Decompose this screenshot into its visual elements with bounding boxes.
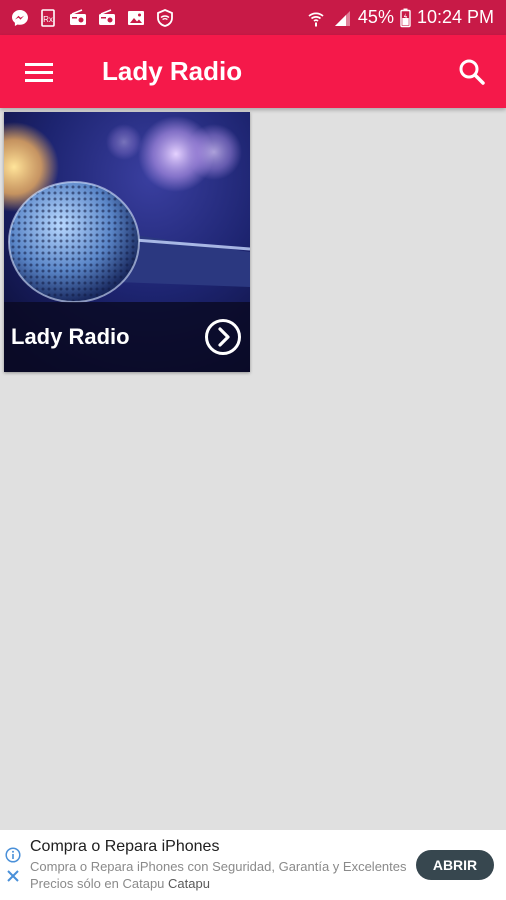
chevron-right-circle-icon[interactable]	[204, 318, 242, 356]
open-button[interactable]: ABRIR	[416, 850, 494, 880]
svg-text:Rx: Rx	[43, 15, 53, 24]
page-title: Lady Radio	[102, 56, 243, 86]
status-bar: Rx 45% 10:24 PM	[0, 0, 506, 35]
messenger-icon	[12, 9, 28, 26]
ad-badges	[0, 830, 26, 900]
search-icon	[459, 59, 485, 85]
ad-banner[interactable]: Compra o Repara iPhones Compra o Repara …	[0, 830, 506, 900]
station-title: Lady Radio	[11, 324, 130, 349]
ad-title: Compra o Repara iPhones	[30, 838, 220, 855]
ad-brand: Catapu	[168, 876, 210, 891]
battery-icon	[400, 8, 411, 27]
ad-description: Compra o Repara iPhones con Seguridad, G…	[30, 858, 416, 892]
info-icon[interactable]	[5, 847, 21, 863]
radio-icon	[99, 8, 115, 25]
wifi-icon	[308, 12, 324, 26]
app-bar: Lady Radio	[0, 35, 506, 108]
radio-icon	[70, 8, 86, 25]
search-button[interactable]	[438, 35, 506, 108]
card-footer: Lady Radio	[4, 302, 250, 372]
vpn-shield-icon	[157, 8, 173, 27]
ad-description-text: Compra o Repara iPhones con Seguridad, G…	[30, 859, 407, 891]
signal-icon	[334, 10, 350, 26]
rx-icon: Rx	[41, 8, 55, 27]
menu-icon	[25, 62, 53, 82]
station-card[interactable]: Lady Radio	[4, 112, 250, 372]
system-status: 45% 10:24 PM	[306, 7, 494, 28]
notification-icons: Rx	[10, 8, 175, 28]
ad-text: Compra o Repara iPhones Compra o Repara …	[26, 838, 416, 892]
menu-button[interactable]	[0, 35, 78, 108]
close-icon[interactable]	[6, 869, 20, 883]
image-icon	[128, 10, 144, 25]
clock: 10:24 PM	[416, 7, 494, 27]
battery-percent: 45%	[357, 7, 394, 27]
